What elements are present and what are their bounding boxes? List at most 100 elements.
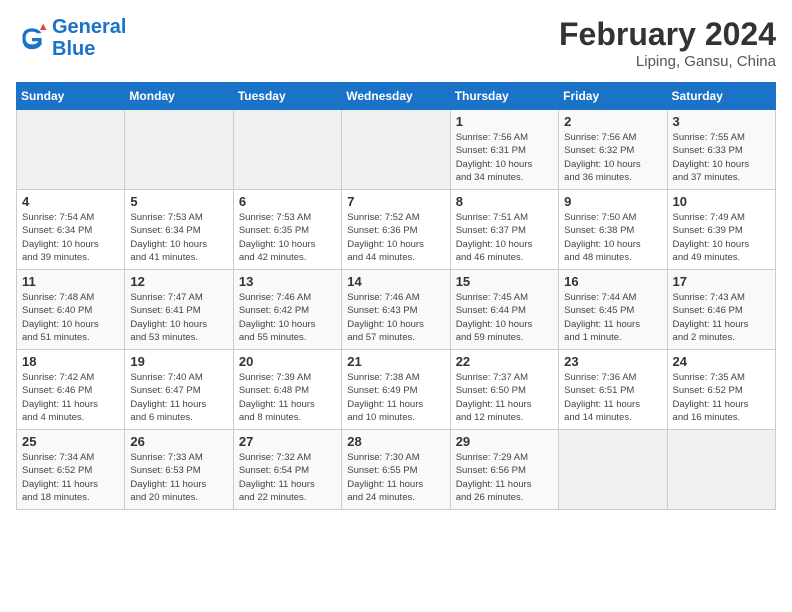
day-number: 19 (130, 354, 227, 369)
day-number: 25 (22, 434, 119, 449)
calendar-cell (125, 110, 233, 190)
day-info: Sunrise: 7:38 AM Sunset: 6:49 PM Dayligh… (347, 371, 444, 424)
calendar-cell: 5Sunrise: 7:53 AM Sunset: 6:34 PM Daylig… (125, 190, 233, 270)
calendar-cell: 11 Sunrise: 7:48 AM Sunset: 6:40 PM Dayli… (17, 270, 125, 350)
calendar-cell: 19 Sunrise: 7:40 AM Sunset: 6:47 PM Dayli… (125, 350, 233, 430)
day-number: 6 (239, 194, 336, 209)
calendar-cell: 25 Sunrise: 7:34 AM Sunset: 6:52 PM Dayli… (17, 430, 125, 510)
calendar-week-4: 18 Sunrise: 7:42 AM Sunset: 6:46 PM Dayli… (17, 350, 776, 430)
day-number: 10 (673, 194, 770, 209)
calendar-cell (667, 430, 775, 510)
weekday-header-friday: Friday (559, 83, 667, 110)
logo-general: General (52, 16, 126, 38)
weekday-header-saturday: Saturday (667, 83, 775, 110)
calendar-cell: 17 Sunrise: 7:43 AM Sunset: 6:46 PM Dayli… (667, 270, 775, 350)
day-number: 9 (564, 194, 661, 209)
calendar-week-1: 1 Sunrise: 7:56 AM Sunset: 6:31 PM Daylig… (17, 110, 776, 190)
calendar-cell: 23 Sunrise: 7:36 AM Sunset: 6:51 PM Dayli… (559, 350, 667, 430)
calendar-cell: 27 Sunrise: 7:32 AM Sunset: 6:54 PM Dayli… (233, 430, 341, 510)
day-info: Sunrise: 7:51 AM Sunset: 6:37 PM Dayligh… (456, 211, 553, 264)
day-number: 14 (347, 274, 444, 289)
day-info: Sunrise: 7:43 AM Sunset: 6:46 PM Dayligh… (673, 291, 770, 344)
day-number: 1 (456, 114, 553, 129)
calendar-week-5: 25 Sunrise: 7:34 AM Sunset: 6:52 PM Dayli… (17, 430, 776, 510)
day-number: 23 (564, 354, 661, 369)
day-number: 26 (130, 434, 227, 449)
day-info: Sunrise: 7:54 AM Sunset: 6:34 PM Dayligh… (22, 211, 119, 264)
day-number: 8 (456, 194, 553, 209)
title-block: February 2024 Liping, Gansu, China (559, 16, 776, 70)
logo-icon (16, 22, 48, 54)
calendar-cell: 12 Sunrise: 7:47 AM Sunset: 6:41 PM Dayli… (125, 270, 233, 350)
day-info: Sunrise: 7:44 AM Sunset: 6:45 PM Dayligh… (564, 291, 661, 344)
page-header: General Blue February 2024 Liping, Gansu… (16, 16, 776, 70)
day-info: Sunrise: 7:47 AM Sunset: 6:41 PM Dayligh… (130, 291, 227, 344)
day-number: 18 (22, 354, 119, 369)
weekday-header-sunday: Sunday (17, 83, 125, 110)
day-number: 4 (22, 194, 119, 209)
calendar-cell (233, 110, 341, 190)
calendar-cell: 26Sunrise: 7:33 AM Sunset: 6:53 PM Dayli… (125, 430, 233, 510)
calendar-cell: 18 Sunrise: 7:42 AM Sunset: 6:46 PM Dayli… (17, 350, 125, 430)
day-info: Sunrise: 7:52 AM Sunset: 6:36 PM Dayligh… (347, 211, 444, 264)
logo-blue: Blue (52, 38, 126, 60)
calendar-cell: 13Sunrise: 7:46 AM Sunset: 6:42 PM Dayli… (233, 270, 341, 350)
calendar-cell: 10Sunrise: 7:49 AM Sunset: 6:39 PM Dayli… (667, 190, 775, 270)
calendar-table: SundayMondayTuesdayWednesdayThursdayFrid… (16, 82, 776, 510)
calendar-cell (342, 110, 450, 190)
day-number: 3 (673, 114, 770, 129)
calendar-cell: 16 Sunrise: 7:44 AM Sunset: 6:45 PM Dayli… (559, 270, 667, 350)
calendar-cell: 7 Sunrise: 7:52 AM Sunset: 6:36 PM Daylig… (342, 190, 450, 270)
day-info: Sunrise: 7:35 AM Sunset: 6:52 PM Dayligh… (673, 371, 770, 424)
calendar-week-2: 4 Sunrise: 7:54 AM Sunset: 6:34 PM Daylig… (17, 190, 776, 270)
calendar-cell: 8 Sunrise: 7:51 AM Sunset: 6:37 PM Daylig… (450, 190, 558, 270)
day-info: Sunrise: 7:29 AM Sunset: 6:56 PM Dayligh… (456, 451, 553, 504)
calendar-cell: 28 Sunrise: 7:30 AM Sunset: 6:55 PM Dayli… (342, 430, 450, 510)
day-number: 11 (22, 274, 119, 289)
calendar-cell: 2Sunrise: 7:56 AM Sunset: 6:32 PM Daylig… (559, 110, 667, 190)
day-info: Sunrise: 7:42 AM Sunset: 6:46 PM Dayligh… (22, 371, 119, 424)
calendar-cell: 9 Sunrise: 7:50 AM Sunset: 6:38 PM Daylig… (559, 190, 667, 270)
day-info: Sunrise: 7:37 AM Sunset: 6:50 PM Dayligh… (456, 371, 553, 424)
day-info: Sunrise: 7:50 AM Sunset: 6:38 PM Dayligh… (564, 211, 661, 264)
day-number: 29 (456, 434, 553, 449)
day-info: Sunrise: 7:55 AM Sunset: 6:33 PM Dayligh… (673, 131, 770, 184)
day-number: 16 (564, 274, 661, 289)
day-info: Sunrise: 7:36 AM Sunset: 6:51 PM Dayligh… (564, 371, 661, 424)
day-info: Sunrise: 7:53 AM Sunset: 6:35 PM Dayligh… (239, 211, 336, 264)
calendar-cell: 21Sunrise: 7:38 AM Sunset: 6:49 PM Dayli… (342, 350, 450, 430)
day-info: Sunrise: 7:34 AM Sunset: 6:52 PM Dayligh… (22, 451, 119, 504)
calendar-week-3: 11 Sunrise: 7:48 AM Sunset: 6:40 PM Dayli… (17, 270, 776, 350)
weekday-header-monday: Monday (125, 83, 233, 110)
day-info: Sunrise: 7:53 AM Sunset: 6:34 PM Dayligh… (130, 211, 227, 264)
calendar-cell: 14 Sunrise: 7:46 AM Sunset: 6:43 PM Dayli… (342, 270, 450, 350)
day-number: 28 (347, 434, 444, 449)
calendar-cell: 3 Sunrise: 7:55 AM Sunset: 6:33 PM Daylig… (667, 110, 775, 190)
day-info: Sunrise: 7:39 AM Sunset: 6:48 PM Dayligh… (239, 371, 336, 424)
weekday-header-wednesday: Wednesday (342, 83, 450, 110)
month-title: February 2024 (559, 16, 776, 53)
calendar-cell: 1 Sunrise: 7:56 AM Sunset: 6:31 PM Daylig… (450, 110, 558, 190)
day-info: Sunrise: 7:30 AM Sunset: 6:55 PM Dayligh… (347, 451, 444, 504)
day-number: 7 (347, 194, 444, 209)
day-number: 2 (564, 114, 661, 129)
day-number: 12 (130, 274, 227, 289)
location: Liping, Gansu, China (559, 53, 776, 70)
day-info: Sunrise: 7:48 AM Sunset: 6:40 PM Dayligh… (22, 291, 119, 344)
day-number: 24 (673, 354, 770, 369)
day-info: Sunrise: 7:56 AM Sunset: 6:31 PM Dayligh… (456, 131, 553, 184)
day-info: Sunrise: 7:32 AM Sunset: 6:54 PM Dayligh… (239, 451, 336, 504)
day-info: Sunrise: 7:40 AM Sunset: 6:47 PM Dayligh… (130, 371, 227, 424)
day-number: 17 (673, 274, 770, 289)
weekday-header-row: SundayMondayTuesdayWednesdayThursdayFrid… (17, 83, 776, 110)
calendar-cell: 22Sunrise: 7:37 AM Sunset: 6:50 PM Dayli… (450, 350, 558, 430)
calendar-cell: 6 Sunrise: 7:53 AM Sunset: 6:35 PM Daylig… (233, 190, 341, 270)
day-number: 27 (239, 434, 336, 449)
weekday-header-thursday: Thursday (450, 83, 558, 110)
day-number: 13 (239, 274, 336, 289)
day-number: 20 (239, 354, 336, 369)
calendar-cell: 24 Sunrise: 7:35 AM Sunset: 6:52 PM Dayli… (667, 350, 775, 430)
calendar-cell (17, 110, 125, 190)
day-info: Sunrise: 7:46 AM Sunset: 6:43 PM Dayligh… (347, 291, 444, 344)
day-info: Sunrise: 7:45 AM Sunset: 6:44 PM Dayligh… (456, 291, 553, 344)
